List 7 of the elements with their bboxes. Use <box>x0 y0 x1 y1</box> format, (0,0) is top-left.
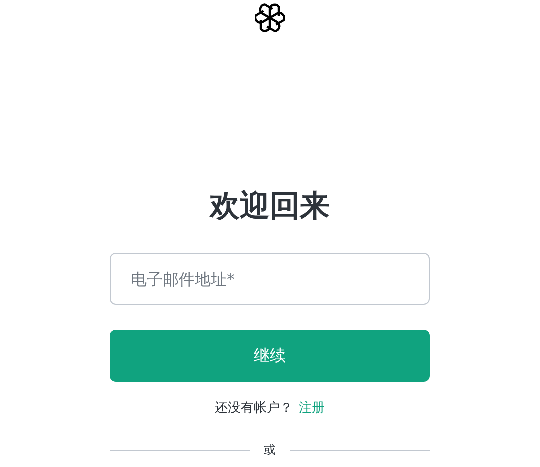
welcome-heading: 欢迎回来 <box>210 188 330 226</box>
continue-button[interactable]: 继续 <box>110 330 430 382</box>
or-divider-label: 或 <box>264 442 276 459</box>
signup-link[interactable]: 注册 <box>299 400 325 418</box>
email-input-field[interactable]: 电子邮件地址* <box>110 253 430 305</box>
signup-prompt-text: 还没有帐户？ <box>215 400 293 418</box>
logo-icon <box>255 3 285 33</box>
